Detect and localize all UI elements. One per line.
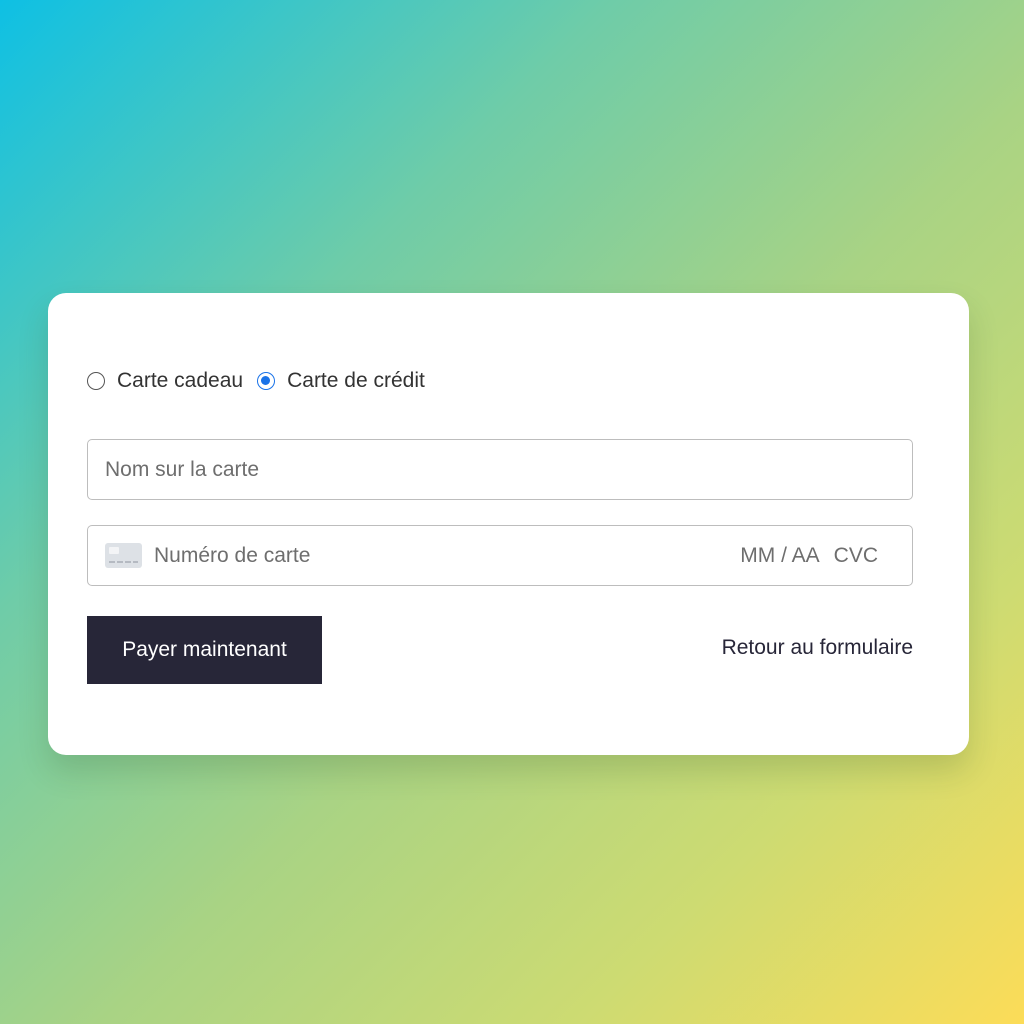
name-on-card-input[interactable]: Nom sur la carte xyxy=(87,439,913,500)
radio-label-credit-card: Carte de crédit xyxy=(287,369,425,392)
radio-option-credit-card[interactable]: Carte de crédit xyxy=(257,369,425,393)
pay-now-button[interactable]: Payer maintenant xyxy=(87,616,322,684)
card-number-placeholder[interactable]: Numéro de carte xyxy=(154,544,740,568)
expiry-placeholder[interactable]: MM / AA xyxy=(740,544,819,568)
payment-card: Carte cadeau Carte de crédit Nom sur la … xyxy=(48,293,969,755)
radio-label-gift-card: Carte cadeau xyxy=(117,369,244,392)
back-to-form-link[interactable]: Retour au formulaire xyxy=(722,636,913,660)
card-details-input[interactable]: Numéro de carte MM / AA CVC xyxy=(87,525,913,586)
radio-option-gift-card[interactable]: Carte cadeau xyxy=(87,369,243,393)
payment-method-selector: Carte cadeau Carte de crédit xyxy=(87,365,439,397)
radio-credit-card[interactable] xyxy=(257,372,276,390)
credit-card-icon xyxy=(105,543,142,568)
radio-gift-card[interactable] xyxy=(87,372,105,390)
name-on-card-placeholder: Nom sur la carte xyxy=(105,457,260,481)
cvc-placeholder[interactable]: CVC xyxy=(834,544,878,568)
